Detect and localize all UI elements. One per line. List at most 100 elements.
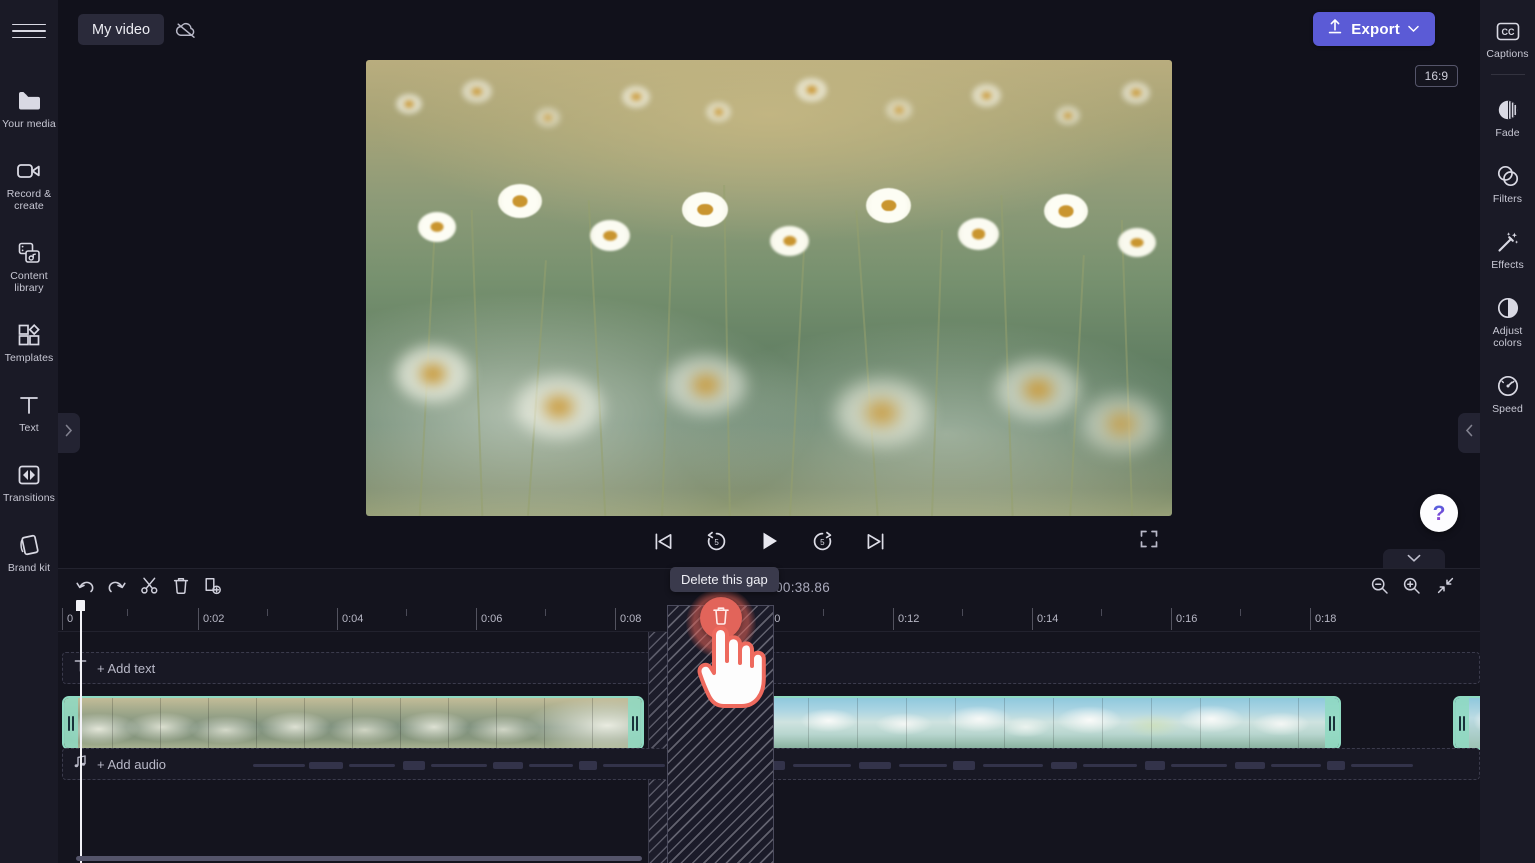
ruler-tick: 0	[62, 608, 73, 630]
sidebar-item-effects[interactable]: Effects	[1480, 221, 1535, 277]
text-t-icon	[16, 392, 42, 418]
sidebar-item-label: Adjust colors	[1492, 325, 1523, 349]
right-panel-collapse-toggle[interactable]	[1458, 413, 1480, 453]
redo-button[interactable]	[104, 576, 130, 600]
left-panel-collapse-toggle[interactable]	[58, 413, 80, 453]
svg-text:5: 5	[820, 538, 825, 547]
upload-arrow-icon	[1327, 18, 1343, 40]
templates-icon	[16, 322, 42, 348]
ruler-tick: 0:16	[1171, 608, 1197, 630]
speedometer-icon	[1495, 373, 1521, 399]
trash-icon	[172, 576, 190, 600]
sidebar-item-label: Speed	[1492, 403, 1523, 415]
clipchamp-video-editor: Your media Record & create Content libra…	[0, 0, 1535, 863]
delete-gap-button[interactable]	[700, 597, 742, 639]
sidebar-item-adjust-colors[interactable]: Adjust colors	[1480, 287, 1535, 355]
project-title-input[interactable]: My video	[78, 14, 165, 45]
add-text-label: + Add text	[97, 660, 156, 676]
help-button[interactable]: ?	[1420, 494, 1458, 532]
delete-button[interactable]	[168, 576, 194, 600]
chevron-down-icon	[1408, 20, 1419, 38]
ruler-tick-minor	[823, 609, 824, 616]
effects-wand-icon	[1495, 229, 1521, 255]
sidebar-item-captions[interactable]: CC Captions	[1480, 10, 1535, 66]
export-button-label: Export	[1351, 20, 1400, 38]
ruler-tick-minor	[962, 609, 963, 616]
media-folder-icon	[16, 88, 42, 114]
fit-to-screen-button[interactable]	[1432, 576, 1458, 600]
video-clip-third[interactable]	[1453, 696, 1480, 750]
play-button[interactable]	[752, 524, 786, 558]
sidebar-item-label: Your media	[2, 118, 56, 130]
duplicate-icon	[203, 576, 223, 601]
gap-region-clickable[interactable]	[667, 605, 774, 863]
zoom-out-button[interactable]	[1366, 576, 1392, 600]
undo-button[interactable]	[72, 576, 98, 600]
ruler-tick-minor	[1240, 609, 1241, 616]
cloud-off-icon[interactable]	[172, 16, 200, 44]
aspect-ratio-badge[interactable]: 16:9	[1414, 65, 1458, 87]
sidebar-item-transitions[interactable]: Transitions	[0, 454, 58, 510]
magnifier-plus-icon	[1402, 576, 1421, 600]
clip-trim-handle-left[interactable]	[1455, 698, 1469, 748]
ruler-tick: 0:02	[198, 608, 224, 630]
sidebar-item-label: Filters	[1492, 193, 1523, 205]
export-button[interactable]: Export	[1313, 12, 1435, 46]
redo-arrow-icon	[107, 577, 127, 599]
content-library-icon	[16, 240, 42, 266]
sidebar-item-label: Templates	[4, 352, 54, 364]
split-button[interactable]	[136, 576, 162, 600]
timeline-horizontal-scrollbar[interactable]	[76, 856, 642, 861]
chevron-down-icon	[1407, 550, 1421, 568]
sidebar-item-speed[interactable]: Speed	[1480, 365, 1535, 421]
sidebar-item-brand-kit[interactable]: Brand kit	[0, 524, 58, 580]
sidebar-item-label: Text	[19, 422, 39, 434]
sidebar-item-label: Captions	[1486, 48, 1529, 60]
skip-to-start-button[interactable]	[646, 524, 680, 558]
ruler-tick: 0:14	[1032, 608, 1058, 630]
collapse-diagonal-icon	[1436, 576, 1455, 600]
sidebar-item-filters[interactable]: Filters	[1480, 155, 1535, 211]
svg-text:5: 5	[714, 538, 719, 547]
sidebar-item-record-create[interactable]: Record & create	[0, 150, 58, 218]
clip-thumbnail-strip	[64, 698, 642, 748]
playback-controls-bar: 5 5	[366, 520, 1172, 566]
fullscreen-icon	[1139, 529, 1159, 554]
ruler-tick-minor	[127, 609, 128, 616]
sidebar-item-label: Brand kit	[7, 562, 51, 574]
timeline-collapse-toggle[interactable]	[1383, 549, 1445, 568]
playback-buttons: 5 5	[646, 524, 892, 558]
sidebar-item-text[interactable]: Text	[0, 384, 58, 440]
undo-arrow-icon	[75, 577, 95, 599]
video-clip-blossoms[interactable]	[757, 696, 1341, 750]
ruler-tick-minor	[1101, 609, 1102, 616]
left-sidebar: Your media Record & create Content libra…	[0, 0, 58, 863]
fullscreen-button[interactable]	[1136, 528, 1162, 554]
sidebar-item-your-media[interactable]: Your media	[0, 80, 58, 136]
rewind-5-seconds-button[interactable]: 5	[699, 524, 733, 558]
duplicate-button[interactable]	[200, 576, 226, 600]
divider	[1490, 74, 1525, 75]
ruler-tick: 0:18	[1310, 608, 1336, 630]
forward-5-seconds-button[interactable]: 5	[805, 524, 839, 558]
video-clip-daisy-field[interactable]	[62, 696, 644, 750]
clip-trim-handle-right[interactable]	[1325, 698, 1339, 748]
ruler-tick-minor	[545, 609, 546, 616]
ruler-tick-minor	[267, 609, 268, 616]
sidebar-item-fade[interactable]: Fade	[1480, 89, 1535, 145]
zoom-in-button[interactable]	[1398, 576, 1424, 600]
sidebar-item-templates[interactable]: Templates	[0, 314, 58, 370]
video-preview[interactable]	[366, 60, 1172, 516]
sidebar-item-label: Record & create	[6, 188, 52, 212]
brand-kit-icon	[16, 532, 42, 558]
chevron-left-icon	[1465, 424, 1473, 442]
skip-to-end-button[interactable]	[858, 524, 892, 558]
sidebar-item-label: Fade	[1495, 127, 1520, 139]
right-sidebar: CC Captions Fade Filters Effects Adjust …	[1480, 0, 1535, 863]
sidebar-item-content-library[interactable]: Content library	[0, 232, 58, 300]
clip-trim-handle-right[interactable]	[628, 698, 642, 748]
clip-trim-handle-left[interactable]	[64, 698, 78, 748]
svg-text:CC: CC	[1501, 27, 1514, 37]
delete-gap-tooltip: Delete this gap	[670, 567, 779, 592]
hamburger-menu-icon[interactable]	[12, 18, 46, 44]
